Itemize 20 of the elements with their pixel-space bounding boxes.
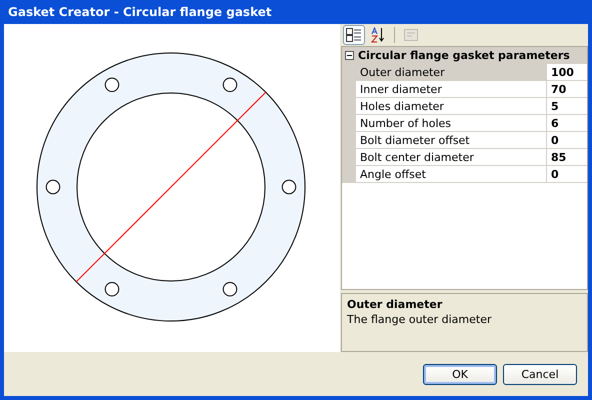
- property-value[interactable]: 0: [547, 132, 587, 148]
- property-value[interactable]: 100: [547, 64, 587, 80]
- category-header[interactable]: Circular flange gasket parameters: [342, 47, 587, 64]
- window-title: Gasket Creator - Circular flange gasket: [8, 5, 272, 19]
- category-label: Circular flange gasket parameters: [358, 49, 570, 62]
- description-title: Outer diameter: [347, 298, 444, 311]
- property-value[interactable]: 85: [547, 149, 587, 165]
- property-name[interactable]: Outer diameter: [356, 64, 547, 80]
- property-value[interactable]: 6: [547, 115, 587, 131]
- categorized-button[interactable]: [343, 25, 365, 45]
- sort-icon: [371, 27, 385, 43]
- cancel-button[interactable]: Cancel: [503, 364, 577, 384]
- collapse-icon[interactable]: [345, 51, 354, 60]
- property-pages-icon: [404, 29, 418, 41]
- property-value[interactable]: 0: [547, 166, 587, 182]
- ok-button[interactable]: OK: [423, 364, 497, 384]
- property-value[interactable]: 5: [547, 98, 587, 114]
- property-value[interactable]: 70: [547, 81, 587, 97]
- description-text: The flange outer diameter: [347, 313, 493, 326]
- categorized-icon: [346, 28, 362, 42]
